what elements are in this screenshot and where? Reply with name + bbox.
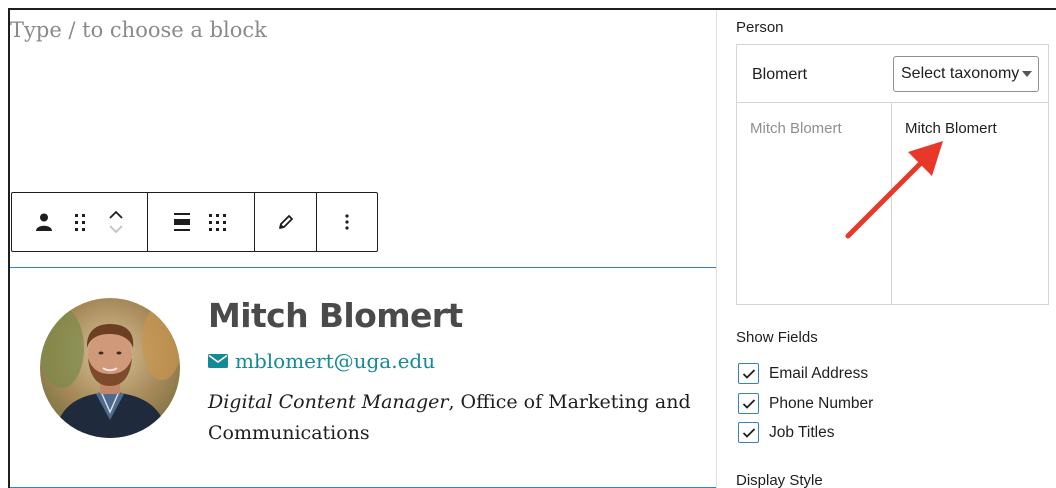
checkmark-icon xyxy=(742,368,755,379)
email-option-label: Email Address xyxy=(769,364,869,382)
block-toolbar xyxy=(11,192,378,252)
show-fields-label: Show Fields xyxy=(736,329,818,346)
drag-handle-button[interactable] xyxy=(66,202,94,242)
job-titles-option-label: Job Titles xyxy=(769,423,835,441)
drag-handle-icon xyxy=(75,213,85,231)
more-vertical-icon xyxy=(345,214,349,230)
more-options-button[interactable] xyxy=(333,202,361,242)
person-block-button[interactable] xyxy=(30,202,58,242)
taxonomy-term-label: Blomert xyxy=(752,66,808,83)
toolbar-group-edit xyxy=(255,193,318,251)
phone-option-label: Phone Number xyxy=(769,394,874,412)
envelope-icon xyxy=(208,354,228,368)
sidebar-divider xyxy=(716,10,717,488)
field-email-option[interactable]: Email Address xyxy=(738,363,868,384)
align-button[interactable] xyxy=(168,202,196,242)
display-style-label: Display Style xyxy=(736,472,823,488)
toolbar-group-more xyxy=(317,193,377,251)
pencil-icon xyxy=(278,215,293,229)
email-link[interactable]: mblomert@uga.edu xyxy=(235,349,435,373)
job-titles-checkbox[interactable] xyxy=(738,422,759,443)
profile-photo xyxy=(40,298,180,438)
job-title-italic: Digital Content Manager xyxy=(208,391,449,413)
taxonomy-header: Blomert Select taxonomy xyxy=(737,45,1048,103)
annotation-arrow xyxy=(845,141,943,239)
person-icon xyxy=(36,213,52,231)
layout-button[interactable] xyxy=(204,202,232,242)
chevron-up-icon[interactable] xyxy=(108,210,124,220)
field-job-option[interactable]: Job Titles xyxy=(738,422,834,443)
grid-dots-icon xyxy=(209,213,227,231)
toolbar-group-layout xyxy=(148,193,256,251)
available-person-item[interactable]: Mitch Blomert xyxy=(750,120,842,137)
job-title-text: Digital Content Manager, Office of Marke… xyxy=(208,387,698,449)
email-row: mblomert@uga.edu xyxy=(208,349,435,373)
chevron-down-icon[interactable] xyxy=(108,224,124,234)
person-name-heading: Mitch Blomert xyxy=(208,296,463,335)
phone-checkbox[interactable] xyxy=(738,393,759,414)
toolbar-group-block xyxy=(12,193,148,251)
field-phone-option[interactable]: Phone Number xyxy=(738,393,873,414)
checkmark-icon xyxy=(742,427,755,438)
block-placeholder[interactable]: Type / to choose a block xyxy=(10,18,267,42)
email-checkbox[interactable] xyxy=(738,363,759,384)
person-section-label: Person xyxy=(736,19,784,36)
select-arrow-icon xyxy=(1022,71,1032,77)
checkmark-icon xyxy=(742,398,755,409)
profile-photo-image xyxy=(40,298,180,438)
person-profile-block[interactable]: Mitch Blomert mblomert@uga.edu Digital C… xyxy=(10,267,716,488)
selected-person-item[interactable]: Mitch Blomert xyxy=(905,120,997,137)
taxonomy-select-value: Select taxonomy xyxy=(901,65,1020,82)
block-mover xyxy=(102,202,130,242)
align-icon xyxy=(173,213,190,231)
editor-canvas: Type / to choose a block Mitch Blomert m… xyxy=(10,10,716,488)
taxonomy-select[interactable]: Select taxonomy xyxy=(893,56,1039,92)
edit-button[interactable] xyxy=(272,202,300,242)
